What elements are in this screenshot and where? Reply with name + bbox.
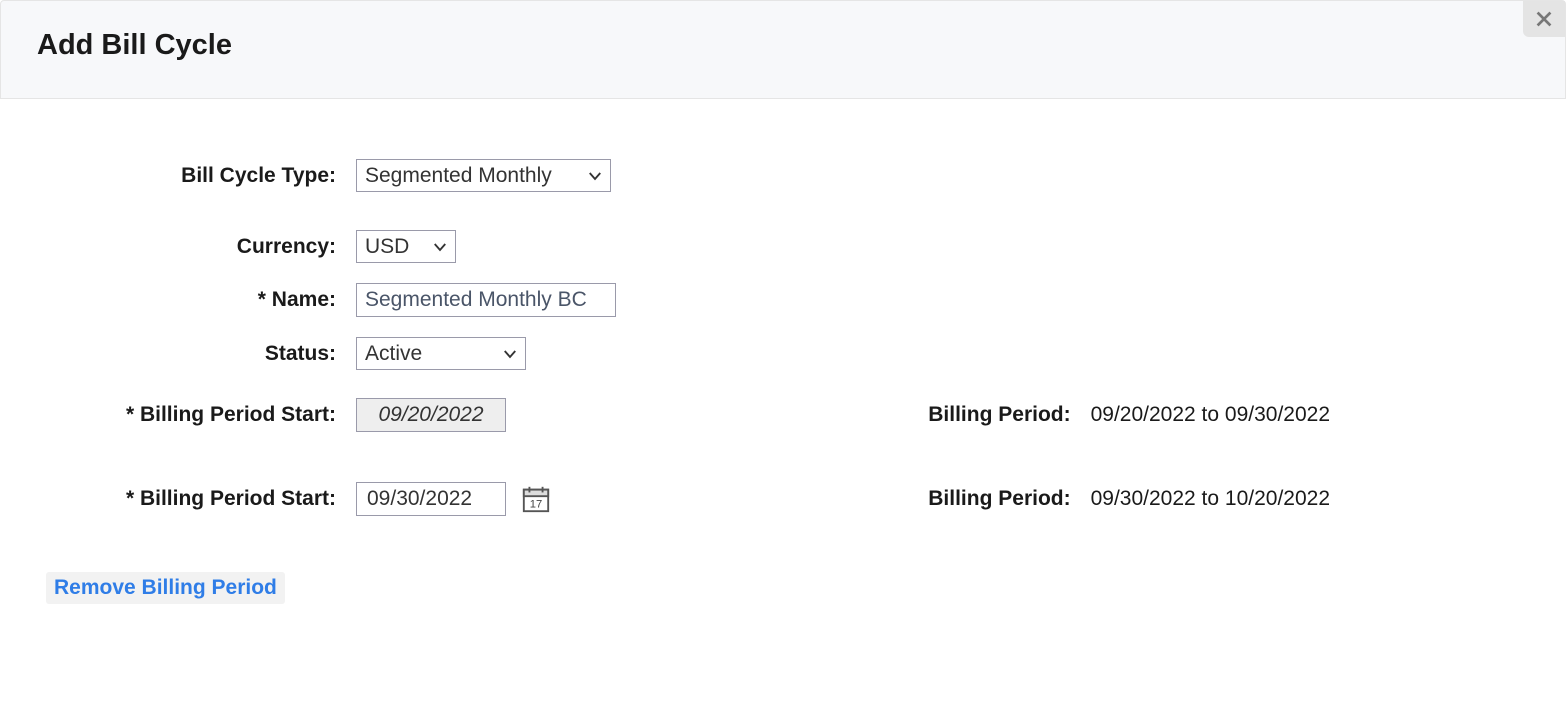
- billing-period-summary-1: Billing Period: 09/20/2022 to 09/30/2022: [928, 403, 1530, 427]
- currency-select[interactable]: USD: [356, 230, 456, 263]
- label-bill-cycle-type: Bill Cycle Type:: [36, 164, 356, 188]
- row-bill-cycle-type: Bill Cycle Type: Segmented Monthly: [36, 159, 1530, 192]
- svg-text:17: 17: [530, 498, 543, 510]
- bill-cycle-type-select[interactable]: Segmented Monthly: [356, 159, 611, 192]
- label-billing-period-start-2: * Billing Period Start:: [36, 487, 356, 511]
- billing-period-summary-label-2: Billing Period:: [928, 487, 1070, 511]
- billing-period-start-2-input[interactable]: [356, 482, 506, 516]
- remove-billing-period-link[interactable]: Remove Billing Period: [46, 572, 285, 604]
- billing-period-summary-2: Billing Period: 09/30/2022 to 10/20/2022: [928, 487, 1530, 511]
- label-billing-period-start-1: * Billing Period Start:: [36, 403, 356, 427]
- billing-period-start-1-readonly: 09/20/2022: [356, 398, 506, 432]
- billing-period-summary-label-1: Billing Period:: [928, 403, 1070, 427]
- row-billing-period-1: * Billing Period Start: 09/20/2022 Billi…: [36, 398, 1530, 432]
- label-currency: Currency:: [36, 235, 356, 259]
- row-billing-period-2: * Billing Period Start: 17 Billing Perio…: [36, 482, 1530, 516]
- row-currency: Currency: USD: [36, 230, 1530, 263]
- page-title: Add Bill Cycle: [37, 29, 1529, 62]
- modal-header: Add Bill Cycle: [0, 0, 1566, 99]
- billing-period-summary-value-2: 09/30/2022 to 10/20/2022: [1091, 487, 1330, 511]
- row-name: * Name:: [36, 283, 1530, 317]
- form-body: Bill Cycle Type: Segmented Monthly Curre…: [0, 99, 1566, 614]
- label-status: Status:: [36, 342, 356, 366]
- calendar-icon[interactable]: 17: [520, 483, 552, 515]
- close-button[interactable]: [1523, 1, 1565, 37]
- close-icon: [1533, 8, 1555, 30]
- label-name: * Name:: [36, 288, 356, 312]
- billing-period-summary-value-1: 09/20/2022 to 09/30/2022: [1091, 403, 1330, 427]
- row-status: Status: Active: [36, 337, 1530, 370]
- name-input[interactable]: [356, 283, 616, 317]
- status-select[interactable]: Active: [356, 337, 526, 370]
